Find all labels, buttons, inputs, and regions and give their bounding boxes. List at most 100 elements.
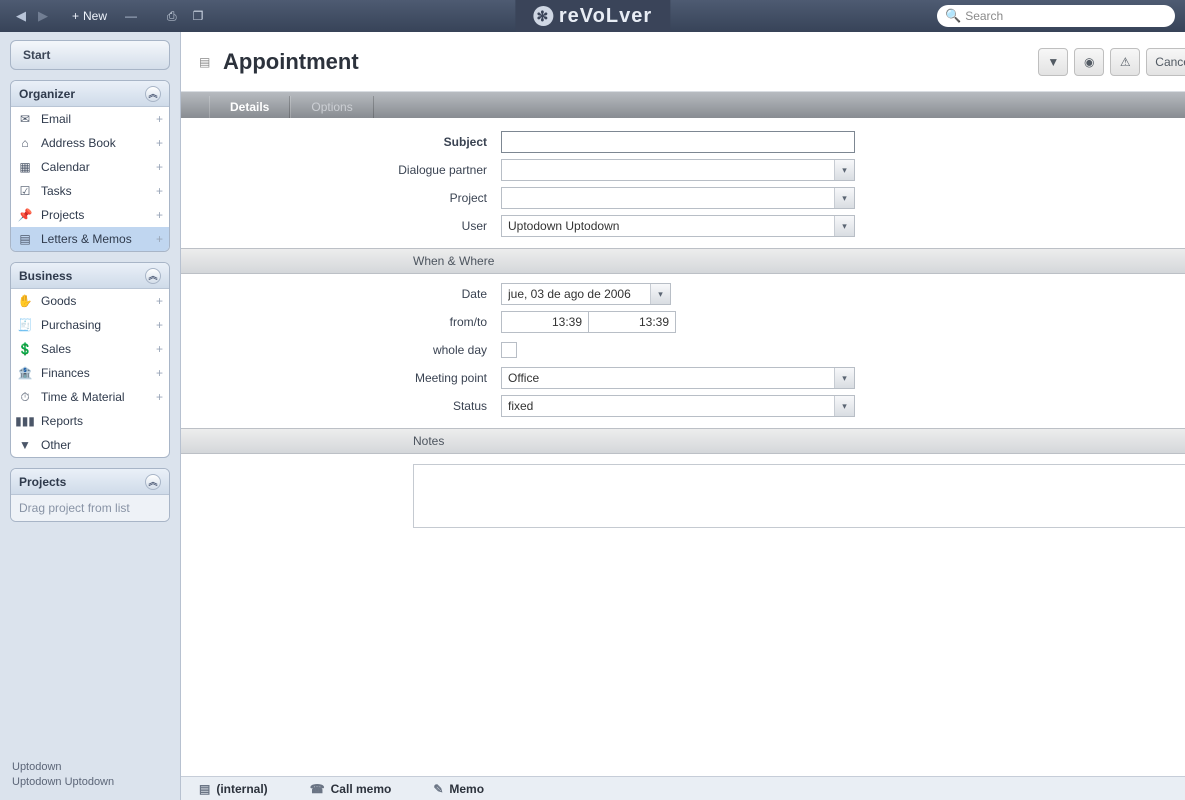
tab-details[interactable]: Details: [209, 96, 290, 118]
projects-placeholder: Drag project from list: [11, 495, 169, 521]
projects-panel: Projects ︽ Drag project from list: [10, 468, 170, 522]
status-select[interactable]: [501, 395, 855, 417]
add-icon[interactable]: +: [156, 112, 163, 126]
collapse-icon[interactable]: ︽: [145, 474, 161, 490]
from-time-input[interactable]: [501, 311, 589, 333]
sidebar-item-sales[interactable]: 💲Sales+: [11, 337, 169, 361]
subject-input[interactable]: [501, 131, 855, 153]
add-icon[interactable]: +: [156, 208, 163, 222]
new-button[interactable]: + New: [72, 9, 107, 23]
top-toolbar: ◀ ▶ + New — ⎙ ❐ ✻ reVoLver 🔍: [0, 0, 1185, 32]
sidebar-item-tasks[interactable]: ☑Tasks+: [11, 179, 169, 203]
start-button[interactable]: Start: [10, 40, 170, 70]
triangle-down-icon: ▼: [1047, 55, 1059, 69]
date-select[interactable]: [501, 283, 671, 305]
organizer-header[interactable]: Organizer ︽: [11, 81, 169, 107]
sidebar-item-label: Purchasing: [41, 318, 163, 332]
bottom-label: Call memo: [331, 782, 392, 796]
add-icon[interactable]: +: [156, 390, 163, 404]
sidebar-item-label: Projects: [41, 208, 163, 222]
document-icon: ▤: [17, 231, 33, 247]
dropdown-action-button[interactable]: ▼: [1038, 48, 1068, 76]
bottom-memo[interactable]: ✎ Memo: [433, 782, 484, 796]
eye-action-button[interactable]: ◉: [1074, 48, 1104, 76]
add-icon[interactable]: +: [156, 136, 163, 150]
sidebar-item-addressbook[interactable]: ⌂Address Book+: [11, 131, 169, 155]
bottom-strip: ▤ (internal) ☎Call memo ✎ Memo: [181, 776, 1185, 800]
add-icon[interactable]: +: [156, 342, 163, 356]
sidebar-item-label: Other: [41, 438, 163, 452]
chevron-down-icon[interactable]: ▾: [834, 160, 854, 180]
dialogue-select[interactable]: [501, 159, 855, 181]
sidebar-item-projects[interactable]: 📌Projects+: [11, 203, 169, 227]
print-icon[interactable]: ⎙: [167, 9, 177, 24]
project-select[interactable]: [501, 187, 855, 209]
chevron-down-icon[interactable]: ▾: [834, 216, 854, 236]
calendar-icon: ▦: [17, 159, 33, 175]
add-icon[interactable]: +: [156, 184, 163, 198]
add-icon[interactable]: +: [156, 294, 163, 308]
minus-button[interactable]: —: [125, 9, 137, 23]
user-footer: Uptodown Uptodown Uptodown: [12, 760, 114, 790]
collapse-icon[interactable]: ︽: [145, 268, 161, 284]
sidebar-item-label: Letters & Memos: [41, 232, 163, 246]
cancel-button[interactable]: Cancel✕: [1146, 48, 1185, 76]
forward-arrow-icon[interactable]: ▶: [32, 8, 54, 24]
external-window-icon[interactable]: ❐: [193, 9, 204, 23]
chevron-down-icon[interactable]: ▾: [834, 368, 854, 388]
collapse-icon[interactable]: ︽: [145, 86, 161, 102]
business-panel: Business ︽ ✋Goods+ 🧾Purchasing+ 💲Sales+ …: [10, 262, 170, 458]
chevron-down-icon[interactable]: ▾: [650, 284, 670, 304]
chevron-down-icon[interactable]: ▾: [834, 396, 854, 416]
bottom-label: Memo: [449, 782, 484, 796]
sidebar-item-reports[interactable]: ▮▮▮Reports: [11, 409, 169, 433]
add-icon[interactable]: +: [156, 160, 163, 174]
section-label: Notes: [413, 434, 444, 448]
add-icon[interactable]: +: [156, 318, 163, 332]
sidebar-item-email[interactable]: ✉Email+: [11, 107, 169, 131]
to-time-input[interactable]: [588, 311, 676, 333]
bottom-label: (internal): [216, 782, 267, 796]
sidebar-item-time-material[interactable]: ⏱Time & Material+: [11, 385, 169, 409]
notes-textarea[interactable]: [413, 464, 1185, 528]
document-icon: ▤: [199, 55, 215, 69]
business-header[interactable]: Business ︽: [11, 263, 169, 289]
wholeday-checkbox[interactable]: [501, 342, 517, 358]
meeting-select[interactable]: [501, 367, 855, 389]
subject-label: Subject: [181, 135, 501, 149]
pencil-icon: ✎: [433, 782, 443, 796]
bank-icon: 🏦: [17, 365, 33, 381]
document-icon: ▤: [199, 782, 210, 796]
sidebar-item-goods[interactable]: ✋Goods+: [11, 289, 169, 313]
chevron-down-icon[interactable]: ▾: [834, 188, 854, 208]
sidebar-item-purchasing[interactable]: 🧾 Purchasing+: [11, 313, 169, 337]
cart-icon: 🧾: [17, 317, 33, 333]
project-label: Project: [181, 191, 501, 205]
user-label: User: [181, 219, 501, 233]
bottom-internal[interactable]: ▤ (internal): [199, 782, 268, 796]
search-box[interactable]: 🔍: [937, 5, 1175, 27]
sidebar-item-label: Tasks: [41, 184, 163, 198]
sidebar-item-label: Calendar: [41, 160, 163, 174]
back-arrow-icon[interactable]: ◀: [10, 8, 32, 24]
add-icon[interactable]: +: [156, 366, 163, 380]
mail-icon: ✉: [17, 111, 33, 127]
sidebar-item-finances[interactable]: 🏦Finances+: [11, 361, 169, 385]
user-select[interactable]: [501, 215, 855, 237]
sidebar-item-other[interactable]: ▼Other: [11, 433, 169, 457]
projects-header[interactable]: Projects ︽: [11, 469, 169, 495]
tab-label: Details: [230, 100, 269, 114]
barchart-icon: ▮▮▮: [17, 413, 33, 429]
alert-action-button[interactable]: ⚠: [1110, 48, 1140, 76]
form-body: Subject Dialogue partner▾ Project▾ User▾…: [181, 118, 1185, 800]
sidebar-item-letters-memos[interactable]: ▤ Letters & Memos+: [11, 227, 169, 251]
tab-options[interactable]: Options: [290, 96, 373, 118]
sidebar-item-label: Time & Material: [41, 390, 163, 404]
search-icon: 🔍: [945, 8, 961, 24]
bottom-callmemo[interactable]: ☎Call memo: [310, 782, 392, 796]
date-label: Date: [181, 287, 501, 301]
add-icon[interactable]: +: [156, 232, 163, 246]
hand-icon: ✋: [17, 293, 33, 309]
search-input[interactable]: [965, 9, 1167, 23]
sidebar-item-calendar[interactable]: ▦ Calendar+: [11, 155, 169, 179]
